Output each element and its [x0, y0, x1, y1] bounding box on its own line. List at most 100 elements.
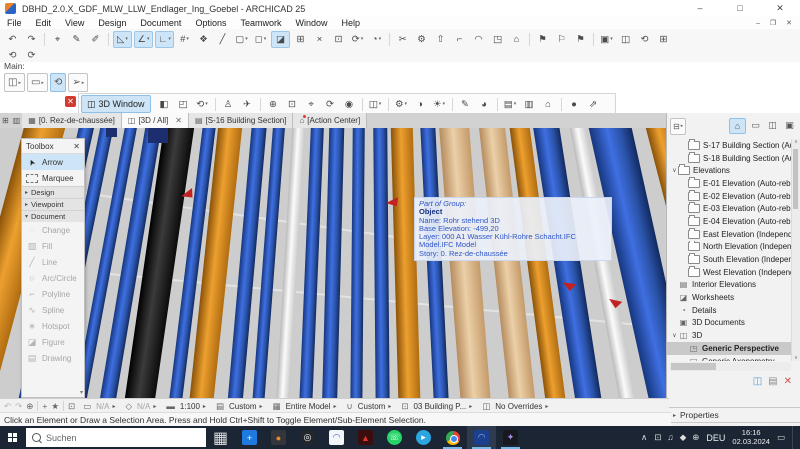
view-tab[interactable]: ▦[0. Rez-de-chaussée]: [22, 113, 122, 128]
quick-option-graphic-override-na[interactable]: ◇N/A▸: [119, 400, 160, 413]
adjust-button[interactable]: ⚙: [413, 32, 430, 47]
group-document[interactable]: ▾Document: [22, 210, 84, 222]
quick-option-dimension-style[interactable]: ∪Custom▸: [341, 400, 396, 413]
window-combo-button[interactable]: ◫▸: [4, 73, 25, 92]
flag-open-button[interactable]: ⚐: [553, 32, 570, 47]
grid-tool-button[interactable]: ⊞: [655, 32, 672, 47]
tray-expand-icon[interactable]: ∧: [641, 432, 647, 443]
telegram-app-icon[interactable]: ▸: [409, 426, 438, 449]
corner-button[interactable]: ⌐: [451, 32, 468, 47]
menu-teamwork[interactable]: Teamwork: [233, 18, 288, 28]
close-view-button[interactable]: ×: [311, 32, 328, 47]
maximize-button[interactable]: □: [720, 0, 760, 17]
save-camera-button[interactable]: ▥: [521, 97, 538, 112]
show-desktop-button[interactable]: [792, 426, 796, 449]
brush-button[interactable]: ✎: [457, 97, 474, 112]
compass-button[interactable]: ◔▾: [368, 32, 385, 47]
marquee-frame-button[interactable]: ▢▾: [233, 32, 250, 47]
find-select-button[interactable]: ⌖: [49, 32, 66, 47]
properties-section-header[interactable]: ▸ Properties: [667, 407, 800, 423]
group-viewpoint[interactable]: ▸Viewpoint: [22, 198, 84, 210]
tree-item[interactable]: ◱Generic Axonometry: [667, 355, 800, 361]
tree-item[interactable]: North Elevation (Independe: [667, 241, 800, 254]
panel-combo-button[interactable]: ▭▸: [27, 73, 48, 92]
look-to-button[interactable]: ⊕: [265, 97, 282, 112]
arrow-combo-button[interactable]: ➢▸: [68, 73, 88, 92]
lock-button[interactable]: ◻▾: [252, 32, 269, 47]
tool-figure[interactable]: ◪Figure: [22, 334, 84, 350]
cutaway-box-button[interactable]: ◰: [175, 97, 192, 112]
dashed-pen-button[interactable]: ╱: [214, 32, 231, 47]
menu-edit[interactable]: Edit: [29, 18, 59, 28]
clock[interactable]: 16:16 02.03.2024: [732, 429, 770, 446]
project-map-icon[interactable]: ⌂: [729, 118, 746, 134]
tool-fill[interactable]: ▨Fill: [22, 238, 84, 254]
menu-document[interactable]: Document: [133, 18, 188, 28]
flag-issue-button[interactable]: ⚑: [572, 32, 589, 47]
whatsapp-app-icon[interactable]: ☏: [380, 426, 409, 449]
tool-polyline[interactable]: ⌐Polyline: [22, 286, 84, 302]
layout-book-icon[interactable]: ◫: [765, 118, 780, 132]
tree-item[interactable]: S-18 Building Section (Auto-: [667, 152, 800, 165]
close-button[interactable]: ✕: [760, 0, 800, 17]
tree-item[interactable]: ∨Elevations: [667, 164, 800, 177]
tool-change[interactable]: ◌Change: [22, 222, 84, 238]
magic-wand-button[interactable]: ❖: [195, 32, 212, 47]
pick-up-parameters-button[interactable]: ✎: [68, 32, 85, 47]
menu-options[interactable]: Options: [188, 18, 233, 28]
view-tab[interactable]: ⌂[Action Center]: [293, 113, 367, 128]
zoom-frame-button[interactable]: ⊡: [284, 97, 301, 112]
tool-line[interactable]: ╱Line: [22, 254, 84, 270]
tree-item[interactable]: West Elevation (Independer: [667, 266, 800, 279]
alert-close-icon[interactable]: ✕: [65, 96, 76, 107]
delete-button[interactable]: ✕: [784, 376, 792, 387]
tool-arrow[interactable]: ➤Arrow: [22, 154, 84, 170]
tree-item[interactable]: E-01 Elevation (Auto-rebuild: [667, 177, 800, 190]
record-button[interactable]: ●: [566, 97, 583, 112]
display-tray-icon[interactable]: ⊡: [654, 432, 661, 443]
tree-item[interactable]: ▤Interior Elevations: [667, 279, 800, 292]
quick-option-scale[interactable]: ▬1:100▸: [160, 400, 210, 413]
bookmark-button[interactable]: ★: [51, 401, 59, 412]
fit-button[interactable]: ⊡: [68, 401, 75, 412]
archicad-window-icon[interactable]: ◠: [467, 426, 496, 449]
toolbox-scroll-icon[interactable]: ▾: [80, 389, 83, 396]
stretch-button[interactable]: ◳: [489, 32, 506, 47]
fit-frame-button[interactable]: ⊡: [330, 32, 347, 47]
new-tab-icon[interactable]: ▥: [13, 116, 21, 125]
menu-window[interactable]: Window: [288, 18, 334, 28]
tree-item[interactable]: ◳Generic Perspective: [667, 342, 800, 355]
clone-view-button[interactable]: ◫▾: [367, 97, 384, 112]
tree-item[interactable]: ◔Details: [667, 304, 800, 317]
new-view-button[interactable]: ▤: [768, 376, 777, 387]
tree-item[interactable]: ◪Worksheets: [667, 291, 800, 304]
tab-close-icon[interactable]: ✕: [175, 116, 182, 125]
quick-option-model-filter[interactable]: ▦Entire Model▸: [267, 400, 341, 413]
tree-item[interactable]: ▣3D Documents: [667, 317, 800, 330]
gravity-button[interactable]: ∟▾: [155, 31, 174, 48]
home-button[interactable]: ⌂: [508, 32, 525, 47]
fit-view-button[interactable]: ⌖: [303, 97, 320, 112]
tool-hotspot[interactable]: ∗Hotspot: [22, 318, 84, 334]
tool-spline[interactable]: ∿Spline: [22, 302, 84, 318]
notification-center-icon[interactable]: ▭: [777, 432, 785, 443]
tree-item[interactable]: East Elevation (Independent: [667, 228, 800, 241]
view-map-icon[interactable]: ▭: [748, 118, 763, 132]
acrobat-app-icon[interactable]: ▲: [351, 426, 380, 449]
share-button[interactable]: ⇗: [585, 97, 602, 112]
camera-button[interactable]: ▣▾: [598, 32, 615, 47]
rotate-button[interactable]: ⟳▾: [349, 32, 366, 47]
redo-button[interactable]: ↷: [23, 32, 40, 47]
guide-lines-button[interactable]: ◺▾: [113, 31, 132, 48]
explore-walk-button[interactable]: ♙: [220, 97, 237, 112]
menu-help[interactable]: Help: [335, 18, 368, 28]
tree-item[interactable]: S-17 Building Section (Auto-: [667, 139, 800, 152]
chrome-app-icon[interactable]: [438, 426, 467, 449]
tool-marquee[interactable]: Marquee: [22, 170, 84, 186]
quad-view-icon[interactable]: ⊞: [2, 116, 9, 125]
tree-item[interactable]: E-02 Elevation (Auto-rebuild: [667, 190, 800, 203]
elevate-button[interactable]: ⇧: [432, 32, 449, 47]
task-view-button[interactable]: ▦: [206, 426, 235, 449]
fillet-button[interactable]: ◠: [470, 32, 487, 47]
split-button[interactable]: ✂: [394, 32, 411, 47]
